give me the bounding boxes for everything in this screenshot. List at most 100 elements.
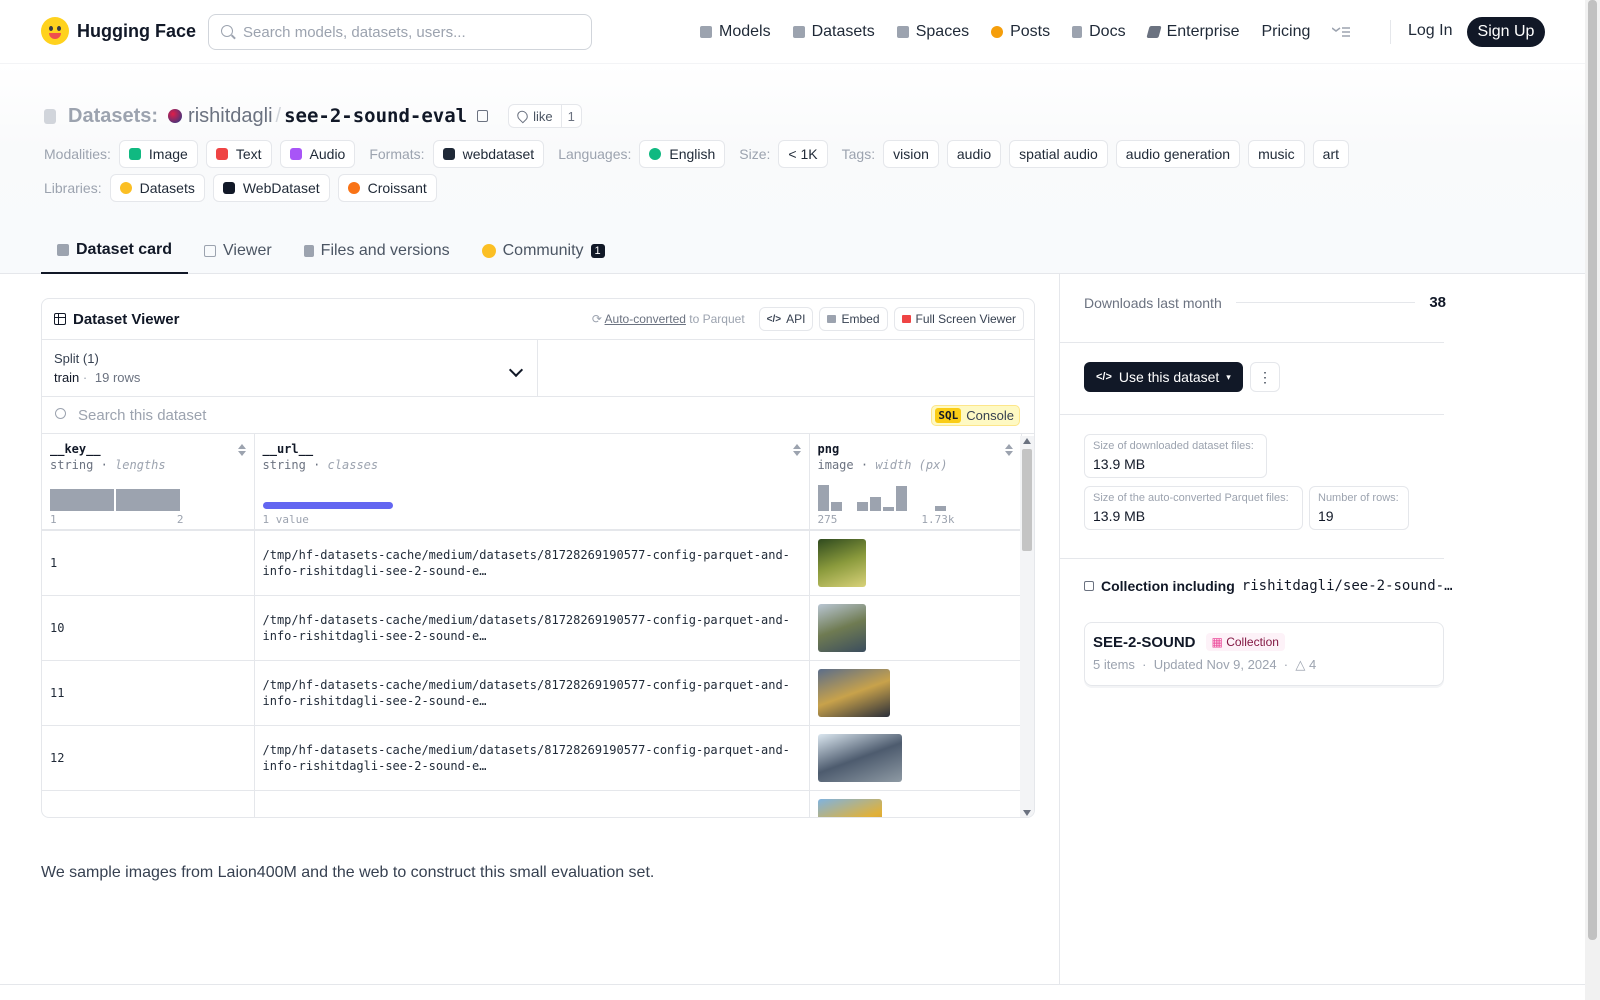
- table-scrollbar[interactable]: [1020, 436, 1034, 817]
- tab-dataset-card[interactable]: Dataset card: [41, 228, 189, 274]
- copy-icon[interactable]: [477, 110, 489, 122]
- cell-url: /tmp/hf-datasets-cache/medium/datasets/8…: [254, 790, 810, 817]
- column-header-key[interactable]: __key__ string · lengths 12: [42, 434, 255, 531]
- tag-vision[interactable]: vision: [883, 140, 939, 168]
- histogram-bar[interactable]: [116, 488, 180, 511]
- cell-png[interactable]: [809, 660, 1022, 726]
- breadcrumb-repo[interactable]: see-2-sound-eval: [284, 105, 467, 127]
- downloads-count: 38: [1429, 294, 1446, 311]
- table-row[interactable]: 12/tmp/hf-datasets-cache/medium/datasets…: [42, 725, 1022, 791]
- split-dropdown[interactable]: Split (1) train · 19 rows: [42, 340, 538, 396]
- image-thumbnail[interactable]: [817, 668, 890, 717]
- global-search-input[interactable]: Search models, datasets, users...: [208, 14, 592, 50]
- tag-webdataset-library[interactable]: WebDataset: [212, 174, 330, 202]
- nav-posts-link[interactable]: Posts: [991, 18, 1050, 46]
- community-icon: [481, 244, 496, 258]
- tag-croissant-library[interactable]: Croissant: [337, 174, 437, 202]
- size-value: 13.9 MB: [1093, 456, 1146, 472]
- tag-webdataset[interactable]: webdataset: [432, 140, 545, 168]
- nav-enterprise-label: Enterprise: [1166, 23, 1240, 40]
- table-row[interactable]: /tmp/hf-datasets-cache/medium/datasets/8…: [42, 790, 1022, 817]
- cell-png[interactable]: [809, 595, 1022, 661]
- image-thumbnail[interactable]: [817, 798, 882, 817]
- tag-spatial-audio[interactable]: spatial audio: [1009, 140, 1108, 168]
- column-name: __url__: [262, 442, 314, 456]
- histogram-bar[interactable]: [895, 486, 907, 511]
- to-parquet-text: to Parquet: [689, 312, 745, 326]
- nav-models-link[interactable]: Models: [700, 18, 771, 46]
- nav-enterprise-link[interactable]: Enterprise: [1145, 18, 1240, 46]
- histogram-bar[interactable]: [934, 505, 946, 511]
- like-button[interactable]: like 1: [508, 104, 582, 128]
- sort-icon[interactable]: [792, 444, 801, 456]
- split-name: train: [54, 370, 80, 385]
- tag-music[interactable]: music: [1248, 140, 1305, 168]
- search-icon: [55, 408, 66, 419]
- sort-icon[interactable]: [237, 444, 246, 456]
- tag-size[interactable]: < 1K: [778, 140, 828, 168]
- table-row[interactable]: 1/tmp/hf-datasets-cache/medium/datasets/…: [42, 530, 1022, 596]
- sql-console-button[interactable]: SQL Console: [931, 405, 1020, 426]
- collection-card[interactable]: SEE-2-SOUND ▦ Collection 5 items · Update…: [1084, 622, 1444, 686]
- more-options-button[interactable]: ⋮: [1250, 362, 1280, 392]
- tab-files[interactable]: Files and versions: [288, 228, 466, 274]
- nav-spaces-link[interactable]: Spaces: [896, 18, 969, 46]
- page-scrollbar[interactable]: [1585, 0, 1600, 1000]
- cell-png[interactable]: [809, 530, 1022, 596]
- scroll-up-arrow-icon[interactable]: [1023, 438, 1031, 444]
- table-row[interactable]: 11/tmp/hf-datasets-cache/medium/datasets…: [42, 660, 1022, 726]
- tag-text[interactable]: Text: [205, 140, 272, 168]
- table-row[interactable]: 10/tmp/hf-datasets-cache/medium/datasets…: [42, 595, 1022, 661]
- tag-english[interactable]: English: [639, 140, 726, 168]
- histogram-bar[interactable]: [869, 496, 881, 511]
- tag-image[interactable]: Image: [118, 140, 198, 168]
- column-header-png[interactable]: png image · width (px) 275 1.73k: [809, 434, 1022, 531]
- sort-icon[interactable]: [1004, 444, 1013, 456]
- cell-png[interactable]: [809, 725, 1022, 791]
- viewer-title: Dataset Viewer: [73, 310, 180, 328]
- tab-label: Dataset card: [76, 241, 173, 258]
- tab-viewer[interactable]: Viewer: [188, 228, 288, 274]
- table-scroll-thumb[interactable]: [1022, 449, 1032, 551]
- class-summary: 1 value: [262, 513, 309, 526]
- histogram-bar[interactable]: [50, 488, 114, 511]
- histogram-bar[interactable]: [882, 507, 894, 511]
- breadcrumb-owner[interactable]: rishitdagli: [188, 105, 272, 128]
- tag-audio-generation[interactable]: audio generation: [1115, 140, 1241, 168]
- tag-audio-topic[interactable]: audio: [946, 140, 1002, 168]
- page-scroll-thumb[interactable]: [1588, 0, 1597, 940]
- community-count-badge: 1: [590, 244, 605, 258]
- tag-label: English: [669, 146, 716, 162]
- enterprise-icon: [1145, 26, 1162, 38]
- histogram-bar[interactable]: [830, 501, 842, 511]
- nav-pricing-link[interactable]: Pricing: [1261, 18, 1310, 46]
- tag-art[interactable]: art: [1312, 140, 1349, 168]
- api-button[interactable]: </> API: [758, 307, 814, 331]
- image-thumbnail[interactable]: [817, 538, 866, 587]
- image-thumbnail[interactable]: [817, 603, 866, 652]
- full-screen-viewer-button[interactable]: Full Screen Viewer: [893, 307, 1024, 331]
- tag-label: Audio: [309, 146, 346, 162]
- home-link[interactable]: Hugging Face: [41, 17, 196, 45]
- tag-audio[interactable]: Audio: [279, 140, 356, 168]
- column-stat: width (px): [875, 458, 948, 472]
- tag-datasets-library[interactable]: Datasets: [109, 174, 205, 202]
- use-this-dataset-button[interactable]: </> Use this dataset ▾: [1084, 362, 1243, 392]
- login-link[interactable]: Log In: [1408, 22, 1452, 40]
- dataset-search-input[interactable]: Search this dataset SQL Console: [42, 397, 1034, 434]
- nav-more-menu-button[interactable]: [1332, 18, 1351, 46]
- column-header-url[interactable]: __url__ string · classes 1 value: [254, 434, 810, 531]
- signup-button[interactable]: Sign Up: [1467, 17, 1545, 47]
- histogram-bar[interactable]: [856, 501, 868, 511]
- embed-button[interactable]: Embed: [819, 307, 888, 331]
- breadcrumb-section[interactable]: Datasets:: [68, 105, 158, 128]
- cell-png[interactable]: [809, 790, 1022, 817]
- tab-community[interactable]: Community 1: [466, 228, 621, 274]
- nav-datasets-link[interactable]: Datasets: [792, 18, 875, 46]
- image-thumbnail[interactable]: [817, 733, 902, 782]
- histogram-bar[interactable]: [817, 485, 829, 511]
- scroll-down-arrow-icon[interactable]: [1023, 810, 1031, 816]
- image-icon: [128, 148, 141, 160]
- nav-docs-link[interactable]: Docs: [1072, 18, 1126, 46]
- auto-converted-link[interactable]: Auto-converted: [605, 312, 686, 326]
